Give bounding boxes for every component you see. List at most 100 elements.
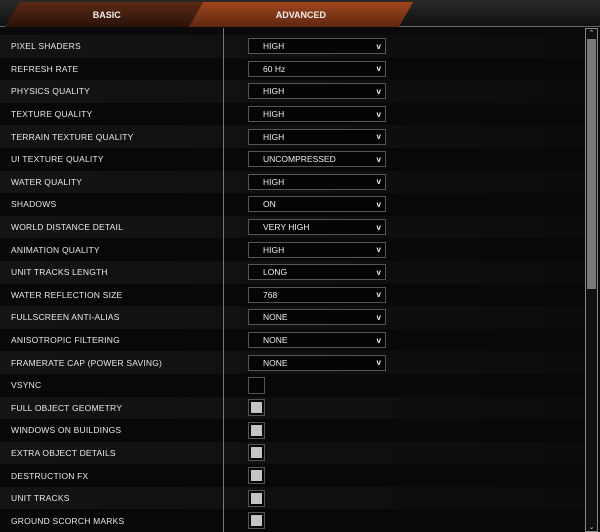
setting-dropdown[interactable]: 60 Hz v bbox=[248, 60, 386, 77]
scroll-down-icon[interactable]: ⌄ bbox=[586, 523, 597, 531]
dropdown-value: LONG bbox=[263, 267, 288, 278]
setting-row: FRAMERATE CAP (POWER SAVING) NONE v bbox=[0, 351, 584, 374]
chevron-down-icon: v bbox=[376, 86, 381, 96]
scroll-up-icon[interactable]: ⌃ bbox=[586, 29, 597, 37]
setting-label: REFRESH RATE bbox=[11, 63, 79, 74]
dropdown-value: 768 bbox=[263, 289, 278, 300]
setting-row: DESTRUCTION FX bbox=[0, 464, 584, 487]
chevron-down-icon: v bbox=[376, 132, 381, 142]
chevron-down-icon: v bbox=[376, 267, 381, 277]
setting-dropdown[interactable]: UNCOMPRESSED v bbox=[248, 151, 386, 168]
tab-basic[interactable]: BASIC bbox=[4, 2, 210, 27]
setting-row: PIXEL SHADERS HIGH v bbox=[0, 35, 584, 58]
scrollbar[interactable]: ⌃ ⌄ bbox=[585, 28, 598, 532]
setting-label: WORLD DISTANCE DETAIL bbox=[11, 222, 124, 233]
setting-checkbox[interactable] bbox=[248, 489, 265, 507]
setting-row: ANISOTROPIC FILTERING NONE v bbox=[0, 328, 584, 352]
dropdown-value: ON bbox=[263, 199, 276, 210]
setting-row: UNIT TRACKS LENGTH LONG v bbox=[0, 260, 584, 284]
dropdown-value: HIGH bbox=[263, 41, 285, 52]
chevron-down-icon: v bbox=[376, 245, 381, 255]
column-divider bbox=[223, 28, 224, 532]
setting-label: WINDOWS ON BUILDINGS bbox=[11, 425, 122, 436]
checkmark-icon bbox=[251, 515, 262, 527]
checkmark-icon bbox=[251, 402, 262, 414]
setting-row: WORLD DISTANCE DETAIL VERY HIGH v bbox=[0, 215, 584, 239]
setting-label: TEXTURE QUALITY bbox=[11, 109, 93, 120]
setting-checkbox[interactable] bbox=[248, 376, 265, 394]
scrollbar-thumb[interactable] bbox=[587, 39, 596, 289]
dropdown-value: HIGH bbox=[263, 86, 285, 97]
setting-row: TERRAIN TEXTURE QUALITY HIGH v bbox=[0, 125, 584, 148]
checkmark-icon bbox=[251, 470, 262, 482]
setting-row: FULLSCREEN ANTI-ALIAS NONE v bbox=[0, 306, 584, 329]
chevron-down-icon: v bbox=[376, 222, 381, 232]
setting-label: TERRAIN TEXTURE QUALITY bbox=[11, 131, 134, 142]
setting-label: UNIT TRACKS bbox=[11, 493, 70, 504]
setting-checkbox[interactable] bbox=[248, 399, 265, 417]
setting-row: GROUND SCORCH MARKS bbox=[0, 509, 584, 532]
setting-dropdown[interactable]: NONE v bbox=[248, 354, 386, 371]
chevron-down-icon: v bbox=[376, 154, 381, 164]
setting-label: FULLSCREEN ANTI-ALIAS bbox=[11, 312, 120, 323]
setting-checkbox[interactable] bbox=[248, 421, 265, 439]
setting-dropdown[interactable]: NONE v bbox=[248, 332, 386, 349]
setting-dropdown[interactable]: NONE v bbox=[248, 309, 386, 326]
setting-label: WATER QUALITY bbox=[11, 176, 83, 187]
setting-label: EXTRA OBJECT DETAILS bbox=[11, 447, 116, 458]
dropdown-value: HIGH bbox=[263, 244, 285, 255]
dropdown-value: 60 Hz bbox=[263, 63, 286, 74]
setting-dropdown[interactable]: VERY HIGH v bbox=[248, 219, 386, 236]
setting-row: TEXTURE QUALITY HIGH v bbox=[0, 102, 584, 126]
setting-label: WATER REFLECTION SIZE bbox=[11, 289, 123, 300]
setting-label: SHADOWS bbox=[11, 199, 57, 210]
checkmark-icon bbox=[251, 492, 262, 504]
setting-dropdown[interactable]: ON v bbox=[248, 196, 386, 213]
dropdown-value: UNCOMPRESSED bbox=[263, 154, 336, 165]
setting-row: VSYNC bbox=[0, 373, 584, 397]
setting-dropdown[interactable]: HIGH v bbox=[248, 83, 386, 100]
chevron-down-icon: v bbox=[376, 177, 381, 187]
setting-checkbox[interactable] bbox=[248, 467, 265, 485]
setting-label: FULL OBJECT GEOMETRY bbox=[11, 402, 123, 413]
setting-dropdown[interactable]: HIGH v bbox=[248, 241, 386, 258]
setting-label: ANISOTROPIC FILTERING bbox=[11, 335, 120, 346]
chevron-down-icon: v bbox=[376, 312, 381, 322]
chevron-down-icon: v bbox=[376, 109, 381, 119]
setting-label: VSYNC bbox=[11, 380, 42, 391]
checkmark-icon bbox=[251, 424, 262, 436]
tab-advanced-label: ADVANCED bbox=[275, 9, 327, 20]
setting-row: SHADOWS ON v bbox=[0, 193, 584, 216]
chevron-down-icon: v bbox=[376, 358, 381, 368]
setting-row: UNIT TRACKS bbox=[0, 486, 584, 510]
dropdown-value: HIGH bbox=[263, 131, 285, 142]
chevron-down-icon: v bbox=[376, 41, 381, 51]
setting-checkbox[interactable] bbox=[248, 512, 265, 530]
setting-checkbox[interactable] bbox=[248, 444, 265, 462]
setting-dropdown[interactable]: LONG v bbox=[248, 264, 386, 281]
checkmark-icon bbox=[251, 447, 262, 459]
setting-dropdown[interactable]: HIGH v bbox=[248, 38, 386, 55]
chevron-down-icon: v bbox=[376, 64, 381, 74]
chevron-down-icon: v bbox=[376, 335, 381, 345]
chevron-down-icon: v bbox=[376, 199, 381, 209]
setting-dropdown[interactable]: HIGH v bbox=[248, 106, 386, 123]
setting-dropdown[interactable]: 768 v bbox=[248, 286, 386, 303]
tab-basic-label: BASIC bbox=[92, 9, 121, 20]
setting-row: WATER QUALITY HIGH v bbox=[0, 170, 584, 194]
setting-dropdown[interactable]: HIGH v bbox=[248, 128, 386, 145]
setting-label: DESTRUCTION FX bbox=[11, 470, 89, 481]
setting-row: PHYSICS QUALITY HIGH v bbox=[0, 80, 584, 103]
setting-dropdown[interactable]: HIGH v bbox=[248, 173, 386, 190]
tab-advanced[interactable]: ADVANCED bbox=[188, 2, 414, 27]
setting-row: WATER REFLECTION SIZE 768 v bbox=[0, 283, 584, 307]
dropdown-value: NONE bbox=[263, 357, 288, 368]
setting-label: UNIT TRACKS LENGTH bbox=[11, 267, 108, 278]
setting-label: FRAMERATE CAP (POWER SAVING) bbox=[11, 357, 163, 368]
settings-list: PIXEL SHADERS HIGH v REFRESH RATE 60 Hz v PH… bbox=[0, 28, 584, 532]
setting-row: UI TEXTURE QUALITY UNCOMPRESSED v bbox=[0, 147, 584, 171]
dropdown-value: HIGH bbox=[263, 109, 285, 120]
setting-label: PHYSICS QUALITY bbox=[11, 86, 91, 97]
setting-row: FULL OBJECT GEOMETRY bbox=[0, 396, 584, 420]
setting-row: REFRESH RATE 60 Hz v bbox=[0, 57, 584, 81]
